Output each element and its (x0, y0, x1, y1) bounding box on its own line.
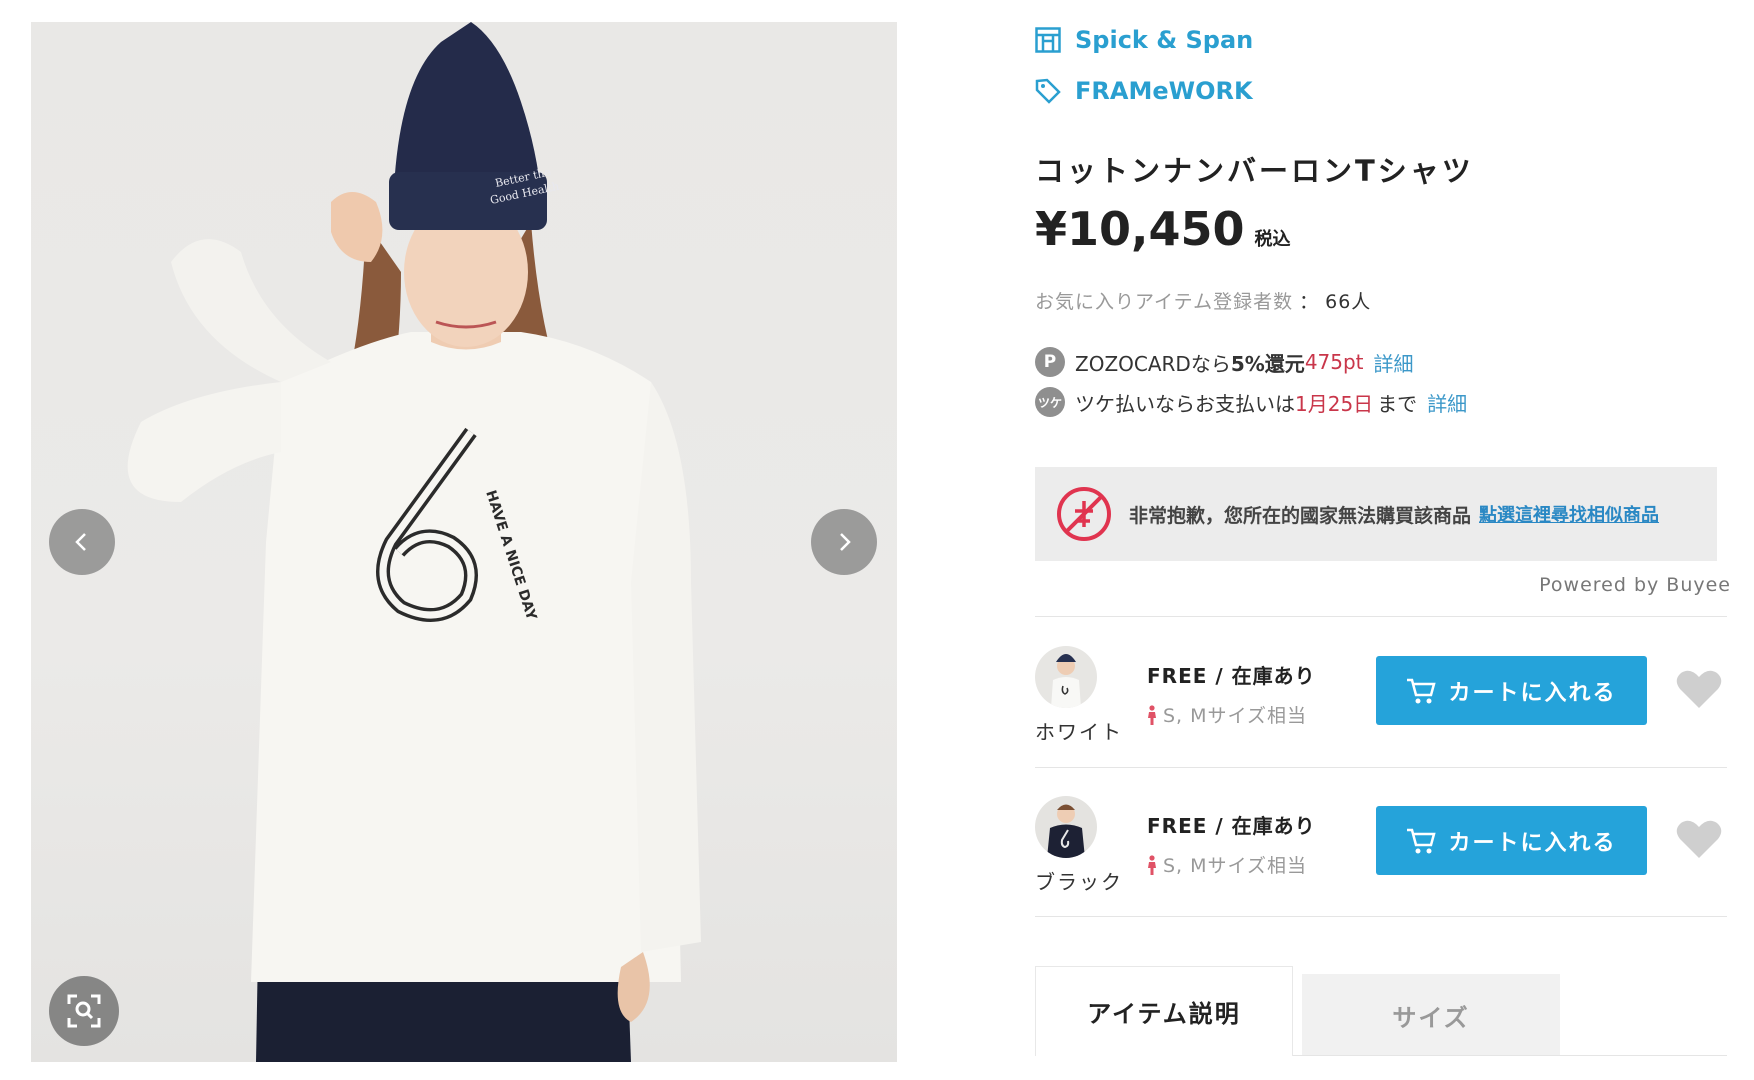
detail-tabs: アイテム説明 サイズ (1035, 966, 1727, 1056)
add-to-cart-button[interactable]: カートに入れる (1376, 806, 1647, 875)
variant-color: ホワイト (1035, 720, 1123, 744)
shop-icon (1035, 27, 1061, 53)
zozocard-prefix: ZOZOCARDなら (1075, 351, 1231, 376)
image-search-button[interactable] (49, 976, 119, 1046)
product-image[interactable]: Better the Good Health HAVE A NICE DAY (31, 22, 897, 1062)
add-to-cart-label: カートに入れる (1448, 830, 1617, 856)
tax-label: 税込 (1254, 229, 1291, 250)
favorite-button[interactable] (1675, 818, 1723, 864)
tsuke-badge-icon: ツケ (1035, 387, 1065, 417)
favorite-count: お気に入りアイテム登録者数： 66人 (1035, 287, 1371, 314)
variant-fit: S, Mサイズ相当 (1147, 851, 1307, 878)
shop-name: Spick & Span (1075, 26, 1254, 54)
zozocard-offer: P ZOZOCARDなら 5%還元 475pt 詳細 (1035, 347, 1414, 377)
favorite-button[interactable] (1675, 668, 1723, 714)
variant-thumbnail-image (1035, 646, 1097, 708)
tsuke-date: 1月25日 (1295, 391, 1374, 416)
purchase-restriction-notice: 非常抱歉，您所在的國家無法購買該商品 點選這裡尋找相似商品 (1035, 467, 1717, 561)
variant-fit: S, Mサイズ相当 (1147, 701, 1307, 728)
variant-size-stock: FREE / 在庫あり (1147, 664, 1316, 688)
favorite-count-separator: ： (1299, 291, 1320, 313)
tab-underline (1293, 1055, 1727, 1056)
favorite-count-label: お気に入りアイテム登録者数 (1035, 291, 1294, 313)
cart-icon (1407, 678, 1437, 703)
chevron-right-icon (840, 533, 851, 551)
zozocard-points: 475pt (1304, 350, 1364, 374)
tsuke-payment: ツケ ツケ払いならお支払いは 1月25日 まで 詳細 (1035, 387, 1467, 417)
no-shipping-icon (1057, 487, 1111, 541)
previous-image-button[interactable] (49, 509, 115, 575)
variant-thumbnail-black[interactable] (1035, 796, 1097, 858)
image-search-icon (67, 994, 101, 1028)
variant-fit-text: S, Mサイズ相当 (1163, 855, 1307, 877)
heart-icon (1676, 820, 1722, 858)
variant-thumbnail-white[interactable] (1035, 646, 1097, 708)
add-to-cart-label: カートに入れる (1448, 680, 1617, 706)
points-badge-icon: P (1035, 347, 1065, 377)
zozocard-rate: 5%還元 (1230, 351, 1305, 376)
variant-row-black: ブラック FREE / 在庫あり S, Mサイズ相当 カートに入れる (1035, 796, 1727, 936)
variant-color: ブラック (1035, 870, 1123, 894)
brand-name: FRAMeWORK (1075, 77, 1253, 105)
tab-size[interactable]: サイズ (1302, 974, 1560, 1056)
add-to-cart-button[interactable]: カートに入れる (1376, 656, 1647, 725)
variant-fit-text: S, Mサイズ相当 (1163, 705, 1307, 727)
tsuke-detail-link[interactable]: 詳細 (1427, 388, 1467, 417)
tsuke-prefix: ツケ払いならお支払いは (1075, 391, 1295, 416)
product-title: コットンナンバーロンTシャツ (1035, 154, 1474, 188)
notice-message: 非常抱歉，您所在的國家無法購買該商品 (1129, 504, 1472, 527)
favorite-count-value: 66人 (1325, 291, 1372, 313)
tsuke-suffix: まで (1377, 391, 1418, 416)
cart-icon (1407, 828, 1437, 853)
divider (1035, 616, 1727, 617)
shop-link[interactable]: Spick & Span (1035, 26, 1253, 54)
product-price: ¥10,450 (1035, 202, 1245, 256)
next-image-button[interactable] (811, 509, 877, 575)
female-figure-icon (1148, 854, 1156, 875)
powered-by-buyee: Powered by Buyee (1539, 574, 1731, 596)
divider (1035, 916, 1727, 917)
price-row: ¥10,450 税込 (1035, 202, 1291, 256)
zozocard-detail-link[interactable]: 詳細 (1374, 348, 1414, 377)
variant-thumbnail-image (1035, 796, 1097, 858)
heart-icon (1676, 670, 1722, 708)
tag-icon (1035, 78, 1061, 104)
female-figure-icon (1148, 704, 1156, 725)
similar-items-link[interactable]: 點選這裡尋找相似商品 (1479, 501, 1659, 527)
variant-row-white: ホワイト FREE / 在庫あり S, Mサイズ相当 カートに入れる (1035, 646, 1727, 786)
brand-link[interactable]: FRAMeWORK (1035, 77, 1253, 105)
tab-item-description[interactable]: アイテム説明 (1035, 966, 1293, 1056)
divider (1035, 767, 1727, 768)
variant-size-stock: FREE / 在庫あり (1147, 814, 1316, 838)
model-photo: Better the Good Health HAVE A NICE DAY (127, 22, 701, 1062)
chevron-left-icon (75, 533, 86, 551)
